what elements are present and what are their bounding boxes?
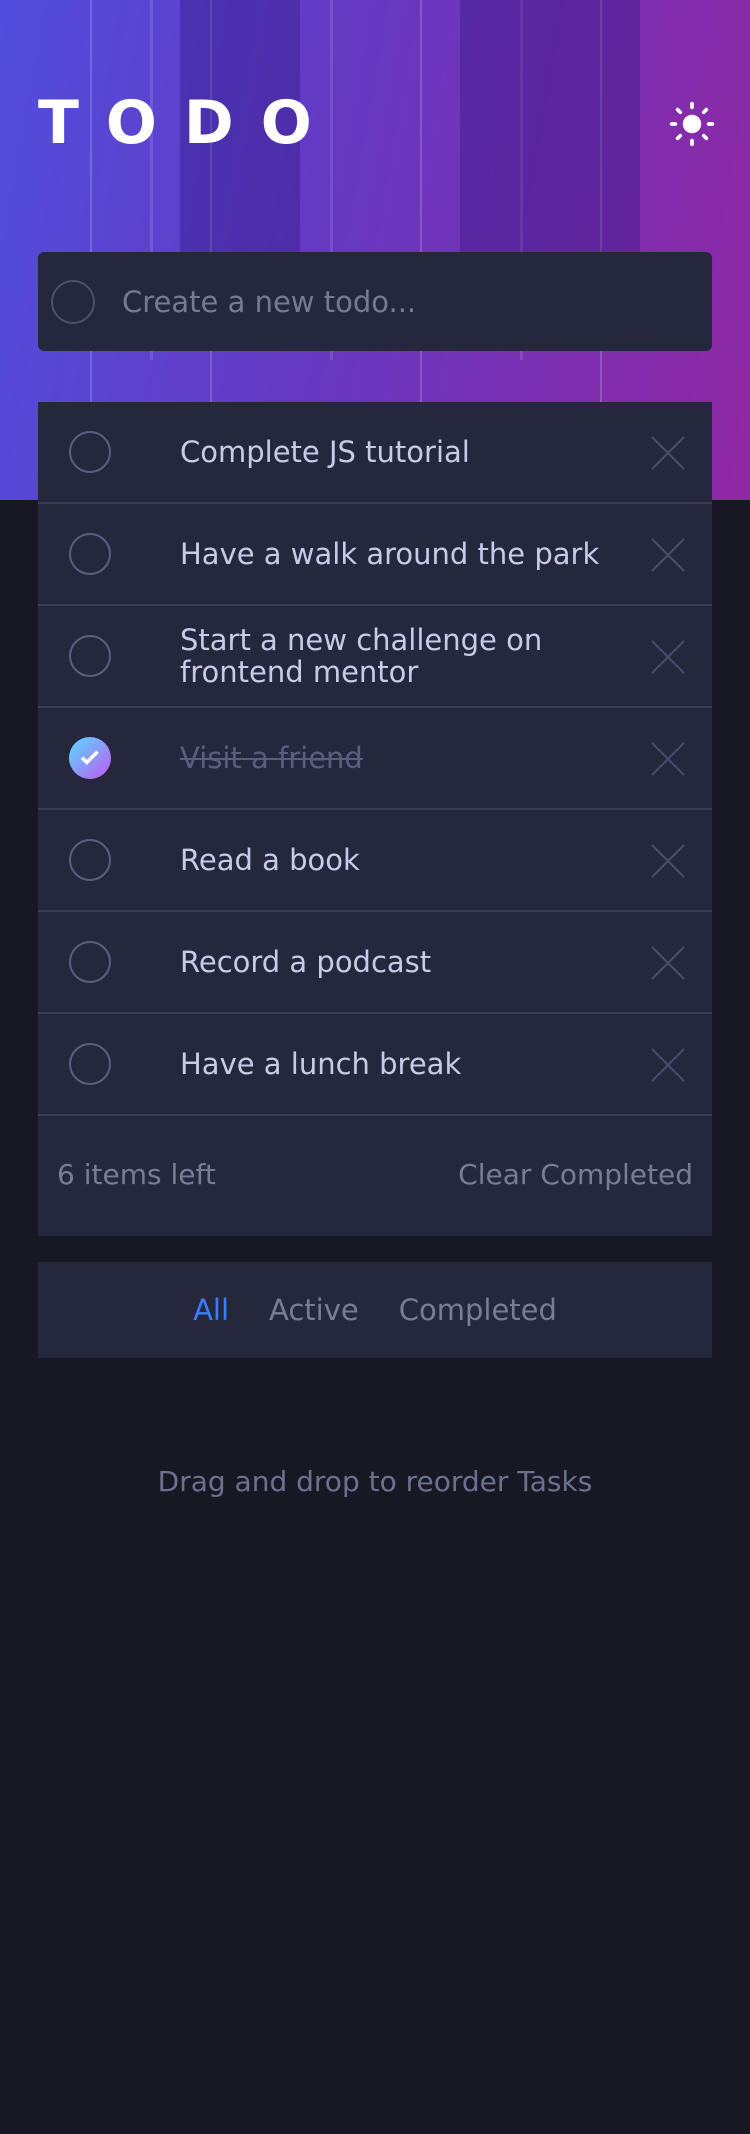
todo-text: Have a walk around the park <box>180 537 600 571</box>
delete-button[interactable] <box>650 741 686 777</box>
todo-check-toggle[interactable] <box>69 941 111 983</box>
delete-button[interactable] <box>650 639 686 675</box>
todo-item[interactable]: Complete JS tutorial <box>38 402 712 504</box>
sun-icon <box>669 101 715 147</box>
todo-check-toggle[interactable] <box>69 1043 111 1085</box>
todo-item[interactable]: Start a new challenge on frontend mentor <box>38 606 712 708</box>
items-left-count: 6 items left <box>57 1158 216 1191</box>
todo-check-toggle[interactable] <box>69 533 111 575</box>
todo-item[interactable]: Visit a friend <box>38 708 712 810</box>
new-todo-input[interactable] <box>122 252 692 351</box>
cross-icon <box>651 844 685 878</box>
filter-bar: All Active Completed <box>38 1262 712 1358</box>
delete-button[interactable] <box>650 945 686 981</box>
todo-item[interactable]: Have a walk around the park <box>38 504 712 606</box>
page-title: TODO <box>38 88 339 158</box>
filter-all[interactable]: All <box>193 1293 229 1327</box>
todo-check-toggle[interactable] <box>69 839 111 881</box>
cross-icon <box>651 742 685 776</box>
filter-completed[interactable]: Completed <box>399 1293 557 1327</box>
new-todo-check-circle[interactable] <box>51 280 95 324</box>
clear-completed-button[interactable]: Clear Completed <box>458 1158 693 1191</box>
todo-text: Have a lunch break <box>180 1047 462 1081</box>
filter-active[interactable]: Active <box>269 1293 359 1327</box>
todo-text: Complete JS tutorial <box>180 435 470 469</box>
todo-check-toggle[interactable] <box>69 737 111 779</box>
todo-text: Read a book <box>180 843 360 877</box>
todo-item[interactable]: Read a book <box>38 810 712 912</box>
todo-text: Start a new challenge on frontend mentor <box>180 623 543 689</box>
cross-icon <box>651 946 685 980</box>
drag-hint: Drag and drop to reorder Tasks <box>157 1465 593 1498</box>
cross-icon <box>651 436 685 470</box>
delete-button[interactable] <box>650 1047 686 1083</box>
cross-icon <box>651 1048 685 1082</box>
todo-list: Complete JS tutorial Have a walk around … <box>38 402 712 1236</box>
todo-item[interactable]: Have a lunch break <box>38 1014 712 1116</box>
delete-button[interactable] <box>650 435 686 471</box>
todo-check-toggle[interactable] <box>69 431 111 473</box>
list-footer: 6 items left Clear Completed <box>38 1116 712 1236</box>
delete-button[interactable] <box>650 843 686 879</box>
new-todo-bar <box>38 252 712 351</box>
cross-icon <box>651 640 685 674</box>
cross-icon <box>651 538 685 572</box>
todo-item[interactable]: Record a podcast <box>38 912 712 1014</box>
check-icon <box>80 750 99 765</box>
delete-button[interactable] <box>650 537 686 573</box>
todo-check-toggle[interactable] <box>69 635 111 677</box>
todo-text: Visit a friend <box>180 741 363 775</box>
todo-text: Record a podcast <box>180 945 432 979</box>
theme-toggle-button[interactable] <box>668 100 716 148</box>
